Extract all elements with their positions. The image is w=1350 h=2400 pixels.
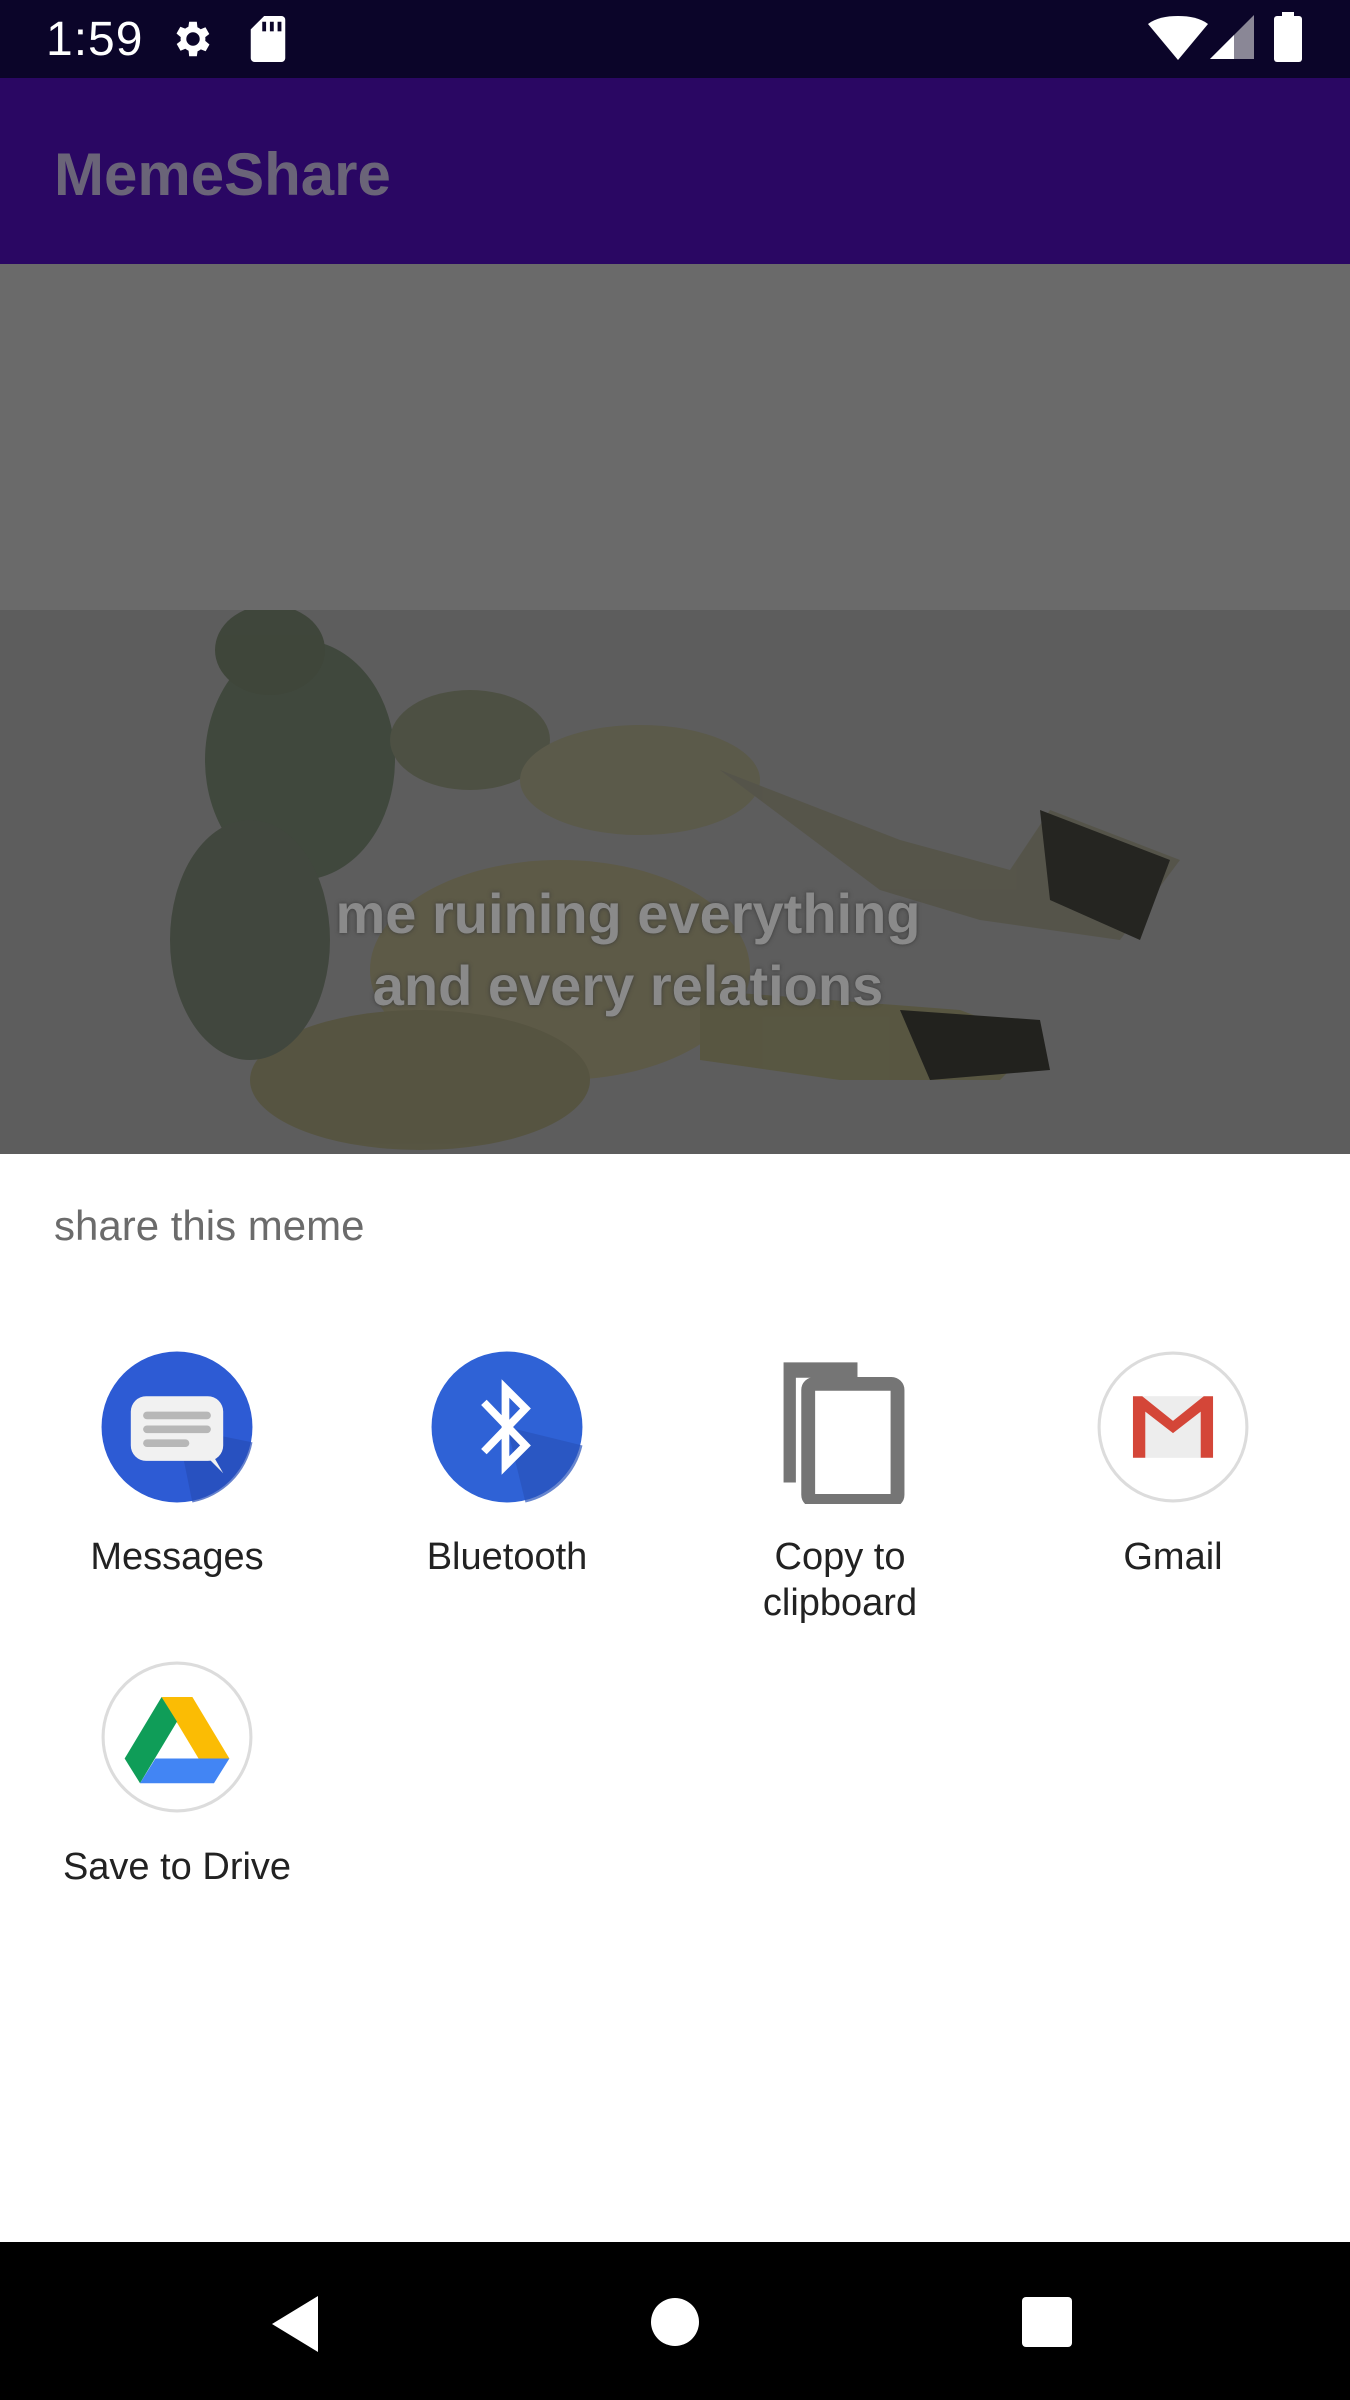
bluetooth-icon [431, 1351, 583, 1503]
navigation-bar [0, 2242, 1350, 2400]
share-label-copy-to-clipboard: Copy to clipboard [675, 1534, 1005, 1626]
battery-icon [1274, 12, 1302, 62]
meme-image: me ruining everything and every relation… [0, 610, 1350, 1154]
share-label-bluetooth: Bluetooth [426, 1536, 588, 1578]
sd-card-icon [250, 16, 286, 62]
wifi-icon [1148, 16, 1208, 60]
share-label-copy-line1: Copy to [774, 1536, 906, 1578]
meme-caption: me ruining everything and every relation… [0, 878, 1256, 1022]
app-title: MemeShare [54, 141, 391, 208]
signal-icon [1210, 15, 1254, 59]
share-sheet: share this meme Messages Bluetooth Copy [0, 1154, 1350, 2242]
messages-icon [101, 1351, 253, 1503]
drive-icon [101, 1661, 253, 1813]
gear-icon [176, 21, 210, 57]
copy-icon [783, 1362, 905, 1504]
meme-caption-line2: and every relations [372, 954, 884, 1017]
share-label-messages: Messages [90, 1536, 264, 1578]
share-label-copy-line2: clipboard [762, 1582, 918, 1624]
content-area [0, 264, 1350, 610]
share-label-gmail: Gmail [1123, 1536, 1223, 1578]
share-label-save-to-drive: Save to Drive [62, 1846, 292, 1888]
back-icon[interactable] [268, 2294, 322, 2354]
home-icon[interactable] [650, 2297, 700, 2347]
status-time: 1:59 [46, 13, 144, 66]
recents-icon[interactable] [1022, 2297, 1072, 2347]
share-sheet-title: share this meme [54, 1202, 365, 1249]
meme-caption-line1: me ruining everything [335, 882, 921, 945]
gmail-icon [1097, 1351, 1249, 1503]
status-bar: 1:59 [0, 0, 1350, 78]
